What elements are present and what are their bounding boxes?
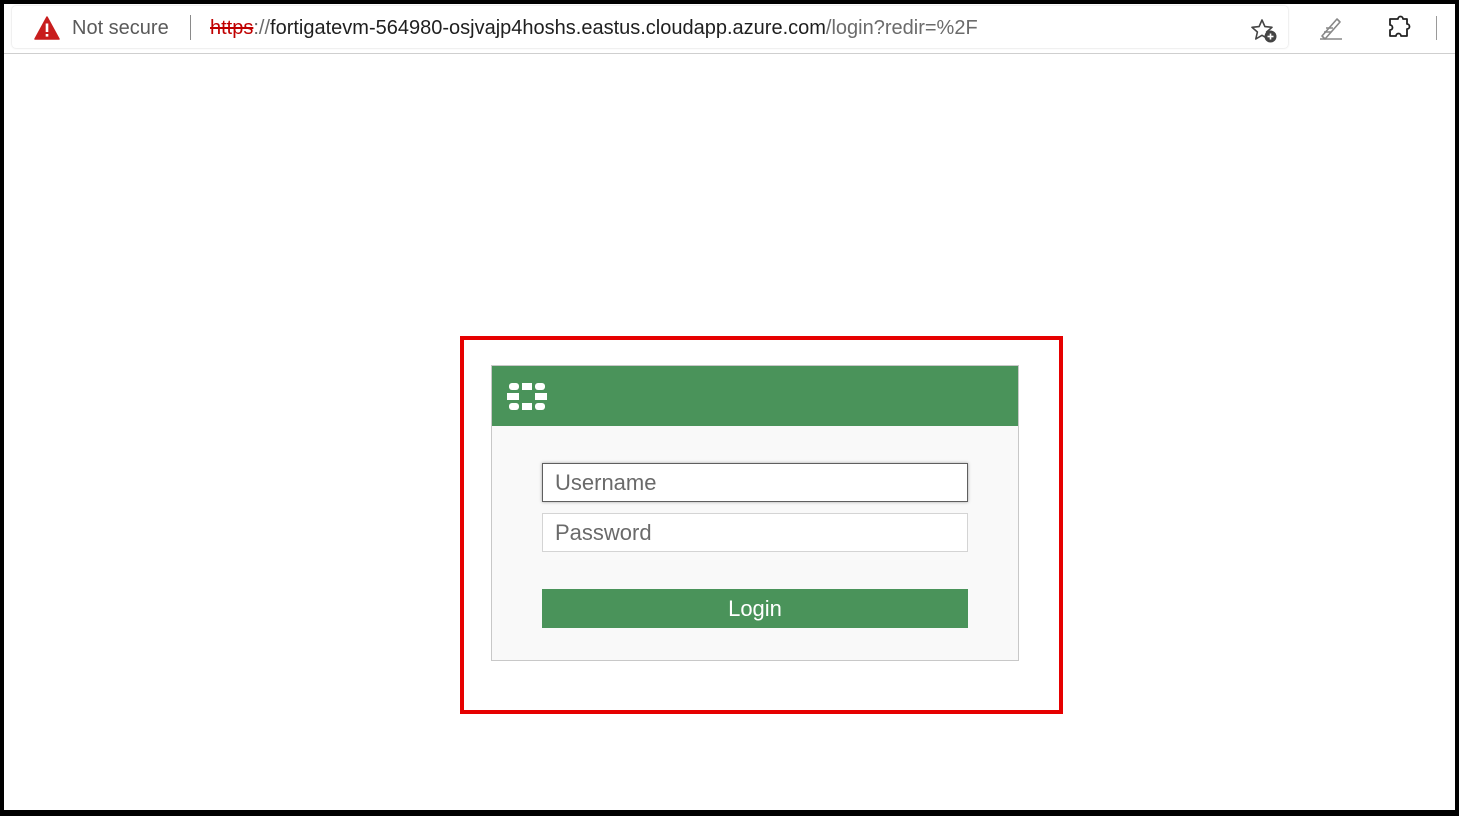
- password-input[interactable]: [542, 513, 968, 552]
- pen-icon[interactable]: [1317, 14, 1345, 42]
- url-path: /login?redir=%2F: [825, 17, 978, 39]
- extensions-icon[interactable]: [1385, 14, 1413, 42]
- url-host: fortigatevm-564980-osjvajp4hoshs.eastus.…: [270, 17, 826, 39]
- security-status-label[interactable]: Not secure: [72, 16, 169, 40]
- url-text[interactable]: https://fortigatevm-564980-osjvajp4hoshs…: [210, 16, 978, 40]
- login-button[interactable]: Login: [542, 589, 968, 628]
- login-panel-header: [492, 366, 1018, 426]
- address-bar: Not secure https://fortigatevm-564980-os…: [4, 4, 1455, 54]
- username-input[interactable]: [542, 463, 968, 502]
- warning-triangle-icon[interactable]: [34, 16, 60, 40]
- url-separator: ://: [253, 17, 271, 39]
- url-scheme: https: [210, 17, 254, 39]
- add-favorite-icon[interactable]: [1250, 18, 1278, 44]
- fortinet-logo-icon: [507, 383, 547, 410]
- login-panel: Login: [491, 365, 1019, 661]
- browser-window: Not secure https://fortigatevm-564980-os…: [0, 0, 1459, 816]
- omnibox-divider: [190, 15, 191, 40]
- omnibox[interactable]: Not secure https://fortigatevm-564980-os…: [12, 6, 1288, 48]
- toolbar-divider: [1436, 16, 1437, 40]
